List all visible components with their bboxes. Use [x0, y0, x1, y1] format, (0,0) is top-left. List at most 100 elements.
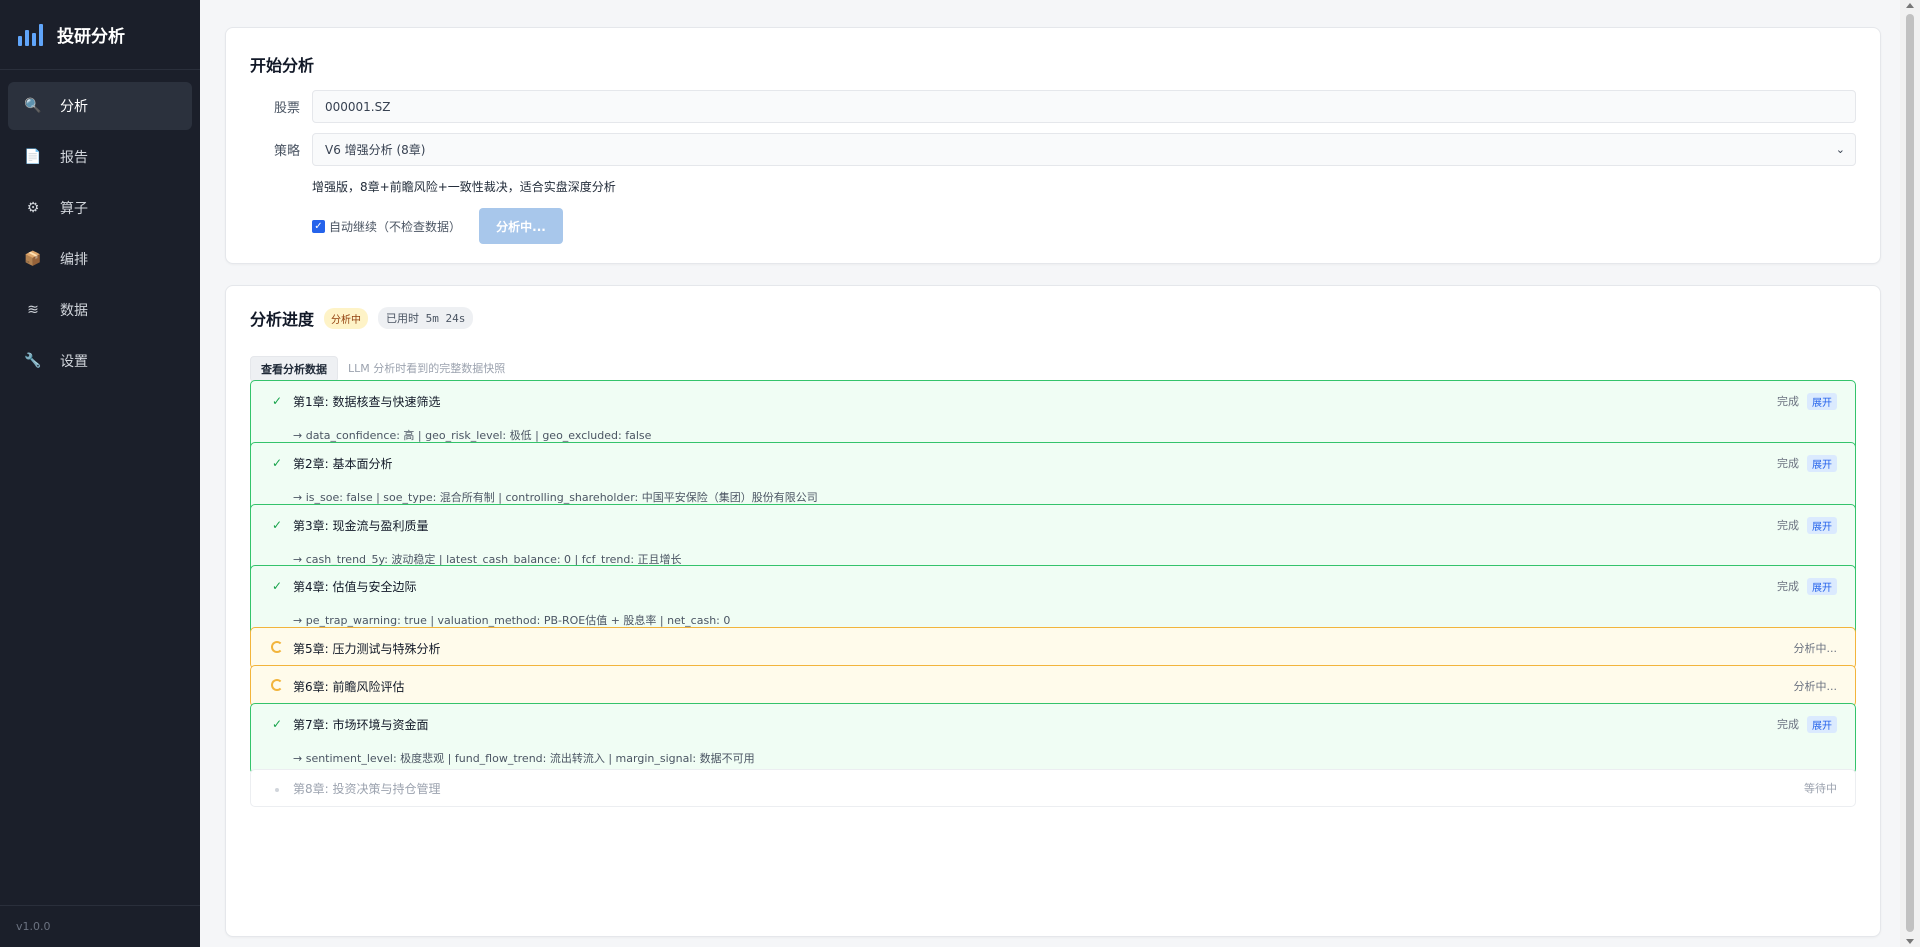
- chapter-summary: → data_confidence: 高 | geo_risk_level: 极…: [293, 429, 652, 442]
- chapter-row[interactable]: 第8章: 投资决策与持仓管理 等待中: [250, 769, 1856, 807]
- stock-input[interactable]: 000001.SZ: [312, 90, 1856, 123]
- chapter-status: 等待中: [1804, 782, 1837, 795]
- scroll-down-icon[interactable]: [1906, 939, 1914, 944]
- chapter-row[interactable]: ✓ 第2章: 基本面分析 完成 展开 → is_soe: false | soe_typ…: [250, 442, 1856, 513]
- spinner-icon: [269, 640, 285, 656]
- view-analysis-data-button[interactable]: 查看分析数据: [250, 356, 338, 382]
- chapter-status: 完成: [1777, 718, 1799, 731]
- view-data-hint: LLM 分析时看到的完整数据快照: [348, 362, 506, 375]
- page-scrollbar[interactable]: [1900, 0, 1920, 947]
- auto-continue-label[interactable]: 自动继续（不检查数据）: [329, 218, 461, 235]
- chapter-title: 第5章: 压力测试与特殊分析: [293, 641, 441, 656]
- chapter-row[interactable]: ✓ 第7章: 市场环境与资金面 完成 展开 → sentiment_level: 极度悲…: [250, 703, 1856, 774]
- auto-continue-checkbox[interactable]: ✓: [312, 219, 325, 233]
- chapter-header: 第5章: 压力测试与特殊分析 分析中...: [269, 628, 1837, 668]
- chapter-status: 完成: [1777, 457, 1799, 470]
- chapter-title: 第3章: 现金流与盈利质量: [293, 518, 429, 533]
- strategy-select[interactable]: V6 增强分析 (8章) ⌄: [312, 133, 1856, 166]
- chapter-summary: → is_soe: false | soe_type: 混合所有制 | cont…: [293, 491, 818, 504]
- check-icon: ✓: [271, 394, 283, 408]
- check-icon: ✓: [271, 717, 283, 731]
- stock-input-value: 000001.SZ: [325, 99, 391, 114]
- chapter-status: 分析中...: [1793, 642, 1838, 655]
- progress-title: 分析进度: [250, 310, 315, 329]
- chevron-down-icon: ⌄: [1835, 143, 1845, 156]
- sidebar-item-3[interactable]: 📦 编排: [8, 235, 192, 283]
- brand-title: 投研分析: [57, 27, 125, 47]
- sidebar-item-0[interactable]: 🔍 分析: [8, 82, 192, 130]
- chapter-header: 第8章: 投资决策与持仓管理 等待中: [269, 770, 1837, 806]
- chapter-status: 完成: [1777, 519, 1799, 532]
- chapter-title: 第6章: 前瞻风险评估: [293, 679, 405, 694]
- sidebar-item-label: 编排: [60, 252, 88, 268]
- document-icon: 📄: [24, 149, 42, 165]
- start-analysis-card: 开始分析 股票 000001.SZ 策略 V6 增强分析 (8章) ⌄ 增强版，…: [225, 27, 1881, 264]
- scroll-thumb[interactable]: [1906, 14, 1914, 932]
- chapter-header: ✓ 第4章: 估值与安全边际 完成 展开: [269, 566, 1837, 606]
- strategy-label: 策略: [273, 144, 300, 159]
- chapter-title: 第1章: 数据核查与快速筛选: [293, 394, 441, 409]
- stock-row: 股票 000001.SZ: [250, 90, 1856, 123]
- gear-icon: ⚙: [26, 200, 40, 216]
- chapter-status: 分析中...: [1793, 680, 1838, 693]
- chapter-header: 第6章: 前瞻风险评估 分析中...: [269, 666, 1837, 706]
- chapter-title: 第8章: 投资决策与持仓管理: [293, 781, 441, 796]
- chapter-row[interactable]: ✓ 第1章: 数据核查与快速筛选 完成 展开 → data_confidence: 高 …: [250, 380, 1856, 451]
- start-analysis-title: 开始分析: [250, 56, 315, 75]
- chapter-header: ✓ 第2章: 基本面分析 完成 展开: [269, 443, 1837, 483]
- chapter-row[interactable]: 第5章: 压力测试与特殊分析 分析中...: [250, 627, 1856, 669]
- search-icon: 🔍: [24, 98, 42, 114]
- sidebar-item-label: 分析: [60, 99, 88, 115]
- stock-label: 股票: [273, 101, 300, 116]
- package-icon: 📦: [24, 251, 42, 267]
- chapter-header: ✓ 第1章: 数据核查与快速筛选 完成 展开: [269, 381, 1837, 421]
- start-analysis-button[interactable]: 分析中...: [479, 208, 564, 244]
- sidebar-item-label: 算子: [60, 201, 88, 217]
- expand-button[interactable]: 展开: [1807, 392, 1837, 410]
- progress-header: 分析进度 分析中 已用时 5m 24s: [250, 306, 474, 330]
- pending-dot-icon: [269, 781, 285, 795]
- sidebar: 投研分析 🔍 分析 📄 报告 ⚙ 算子 📦 编排 ≋ 数据 🔧 设置 v1.0.0: [0, 0, 200, 947]
- chapter-header: ✓ 第7章: 市场环境与资金面 完成 展开: [269, 704, 1837, 744]
- chapter-status: 完成: [1777, 580, 1799, 593]
- elapsed-badge: 已用时 5m 24s: [378, 307, 474, 329]
- strategy-select-value: V6 增强分析 (8章): [325, 143, 426, 157]
- sidebar-item-5[interactable]: 🔧 设置: [8, 337, 192, 385]
- start-options: ✓ 自动继续（不检查数据） 分析中...: [312, 208, 564, 244]
- sidebar-item-4[interactable]: ≋ 数据: [8, 286, 192, 334]
- check-icon: ✓: [271, 579, 283, 593]
- bar-chart-icon: [18, 23, 43, 46]
- chapter-row[interactable]: ✓ 第4章: 估值与安全边际 完成 展开 → pe_trap_warning: true…: [250, 565, 1856, 636]
- chapter-status: 完成: [1777, 395, 1799, 408]
- check-icon: ✓: [271, 456, 283, 470]
- spinner-icon: [269, 678, 285, 694]
- status-badge: 分析中: [324, 307, 369, 329]
- chapter-title: 第7章: 市场环境与资金面: [293, 717, 429, 732]
- chapter-title: 第4章: 估值与安全边际: [293, 579, 417, 594]
- chapter-header: ✓ 第3章: 现金流与盈利质量 完成 展开: [269, 505, 1837, 545]
- progress-card: 分析进度 分析中 已用时 5m 24s 查看分析数据 LLM 分析时看到的完整数…: [225, 285, 1881, 937]
- expand-button[interactable]: 展开: [1807, 454, 1837, 472]
- sidebar-item-label: 报告: [60, 150, 88, 166]
- expand-button[interactable]: 展开: [1807, 577, 1837, 595]
- database-icon: ≋: [27, 302, 39, 318]
- sidebar-item-label: 数据: [60, 303, 88, 319]
- sidebar-item-label: 设置: [60, 354, 88, 370]
- strategy-description: 增强版，8章+前瞻风险+一致性裁决，适合实盘深度分析: [312, 180, 616, 194]
- chapter-summary: → pe_trap_warning: true | valuation_meth…: [293, 614, 731, 627]
- chapter-row[interactable]: 第6章: 前瞻风险评估 分析中...: [250, 665, 1856, 707]
- chapter-summary: → sentiment_level: 极度悲观 | fund_flow_tren…: [293, 752, 755, 765]
- check-icon: ✓: [271, 518, 283, 532]
- brand: 投研分析: [0, 0, 200, 70]
- expand-button[interactable]: 展开: [1807, 715, 1837, 733]
- main-content: 开始分析 股票 000001.SZ 策略 V6 增强分析 (8章) ⌄ 增强版，…: [200, 0, 1900, 947]
- sidebar-nav: 🔍 分析 📄 报告 ⚙ 算子 📦 编排 ≋ 数据 🔧 设置: [0, 70, 200, 400]
- wrench-icon: 🔧: [24, 353, 42, 369]
- sidebar-item-2[interactable]: ⚙ 算子: [8, 184, 192, 232]
- sidebar-item-1[interactable]: 📄 报告: [8, 133, 192, 181]
- version-label: v1.0.0: [0, 905, 200, 947]
- expand-button[interactable]: 展开: [1807, 516, 1837, 534]
- scroll-up-icon[interactable]: [1906, 3, 1914, 8]
- chapter-title: 第2章: 基本面分析: [293, 456, 393, 471]
- strategy-row: 策略 V6 增强分析 (8章) ⌄: [250, 133, 1856, 166]
